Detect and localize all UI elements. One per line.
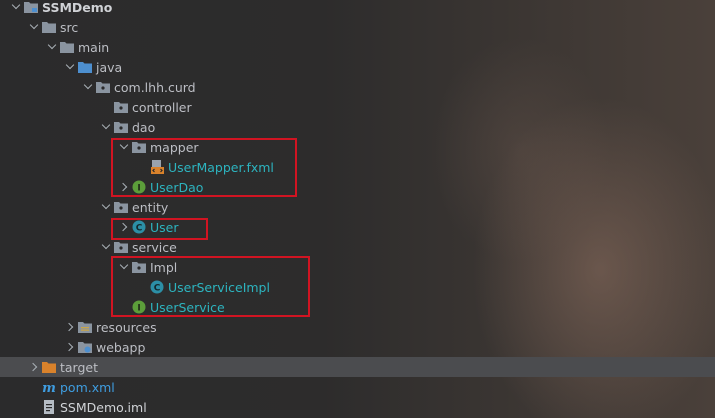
highlight-box-service xyxy=(111,256,310,317)
chevron-right-icon[interactable] xyxy=(28,357,42,377)
chevron-right-icon[interactable] xyxy=(64,317,78,337)
tree-item-label: SSMDemo.iml xyxy=(60,399,147,415)
chevron-down-icon[interactable] xyxy=(64,57,78,77)
tree-item-label: resources xyxy=(96,319,157,335)
tree-item-label: src xyxy=(60,19,79,35)
package-icon xyxy=(96,80,110,94)
web-folder-icon xyxy=(78,340,92,354)
chevron-down-icon[interactable] xyxy=(10,0,24,17)
chevron-down-icon[interactable] xyxy=(100,197,114,217)
highlight-box-mapper-dao xyxy=(111,138,297,197)
package-icon xyxy=(114,240,128,254)
tree-item-user-service-impl[interactable]: C UserServiceImpl xyxy=(0,277,715,297)
chevron-down-icon[interactable] xyxy=(82,77,96,97)
tree-item-mapper[interactable]: mapper xyxy=(0,137,715,157)
tree-item-resources[interactable]: resources xyxy=(0,317,715,337)
source-folder-icon xyxy=(78,60,92,74)
tree-item-label: main xyxy=(78,39,110,55)
chevron-down-icon[interactable] xyxy=(100,237,114,257)
tree-item-user-service[interactable]: I UserService xyxy=(0,297,715,317)
tree-item-main[interactable]: main xyxy=(0,37,715,57)
excluded-folder-icon xyxy=(42,360,56,374)
tree-item-user[interactable]: C User xyxy=(0,217,715,237)
chevron-right-icon[interactable] xyxy=(64,337,78,357)
chevron-down-icon[interactable] xyxy=(100,117,114,137)
tree-item-user-mapper[interactable]: UserMapper.fxml xyxy=(0,157,715,177)
tree-item-impl[interactable]: Impl xyxy=(0,257,715,277)
folder-icon xyxy=(60,40,74,54)
tree-item-label: com.lhh.curd xyxy=(114,79,196,95)
tree-item-webapp[interactable]: webapp xyxy=(0,337,715,357)
project-folder-icon xyxy=(24,0,38,14)
tree-item-service[interactable]: service xyxy=(0,237,715,257)
tree-item-pom[interactable]: m pom.xml xyxy=(0,377,715,397)
tree-item-iml[interactable]: SSMDemo.iml xyxy=(0,397,715,417)
tree-item-label: pom.xml xyxy=(60,379,115,395)
tree-item-target[interactable]: target xyxy=(0,357,715,377)
tree-item-label: entity xyxy=(132,199,169,215)
tree-item-label: webapp xyxy=(96,339,146,355)
chevron-down-icon[interactable] xyxy=(28,17,42,37)
tree-item-ssmdemo[interactable]: SSMDemo xyxy=(0,0,715,17)
package-icon xyxy=(114,200,128,214)
package-icon xyxy=(114,100,128,114)
tree-item-controller[interactable]: controller xyxy=(0,97,715,117)
tree-item-label: java xyxy=(96,59,123,75)
tree-item-user-dao[interactable]: I UserDao xyxy=(0,177,715,197)
tree-item-label: service xyxy=(132,239,177,255)
tree-item-package[interactable]: com.lhh.curd xyxy=(0,77,715,97)
tree-item-label: dao xyxy=(132,119,156,135)
module-file-icon xyxy=(42,400,56,414)
maven-icon: m xyxy=(42,380,56,394)
tree-item-src[interactable]: src xyxy=(0,17,715,37)
tree-item-label: controller xyxy=(132,99,192,115)
tree-item-entity[interactable]: entity xyxy=(0,197,715,217)
tree-item-java[interactable]: java xyxy=(0,57,715,77)
resources-folder-icon xyxy=(78,320,92,334)
svg-text:m: m xyxy=(42,381,56,393)
tree-item-dao[interactable]: dao xyxy=(0,117,715,137)
tree-item-label: SSMDemo xyxy=(42,0,113,15)
chevron-down-icon[interactable] xyxy=(46,37,60,57)
tree-item-label: target xyxy=(60,359,99,375)
highlight-box-user xyxy=(111,218,208,240)
folder-icon xyxy=(42,20,56,34)
package-icon xyxy=(114,120,128,134)
